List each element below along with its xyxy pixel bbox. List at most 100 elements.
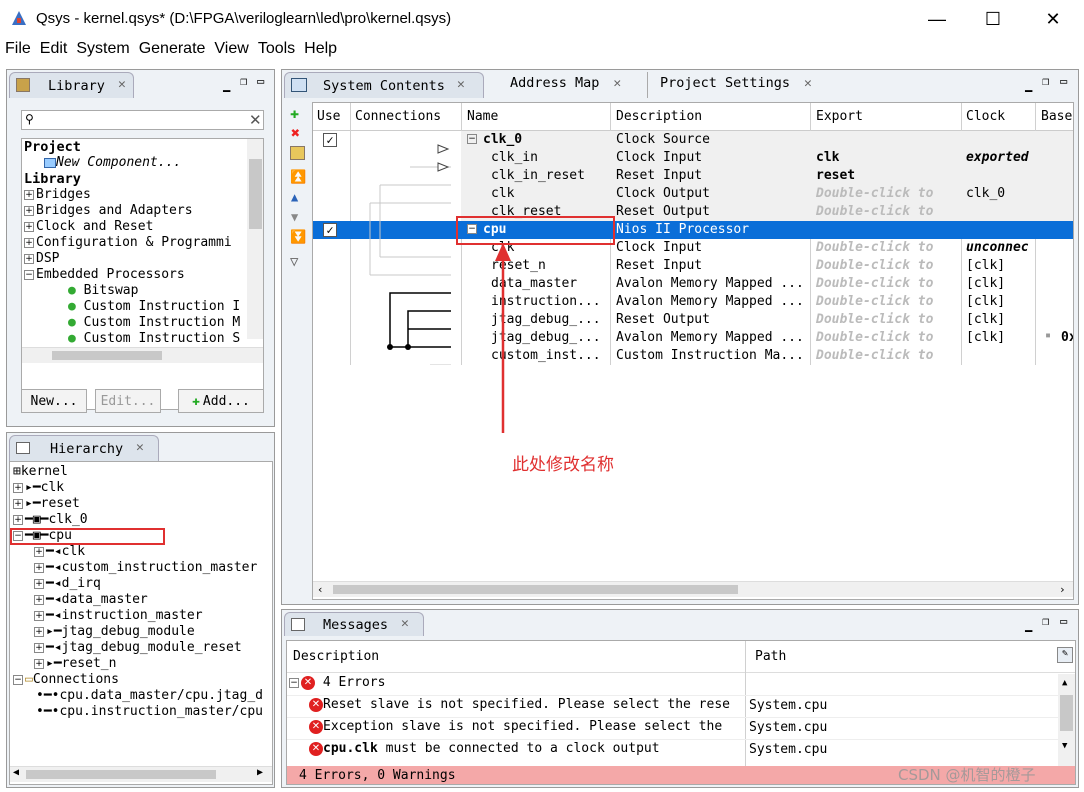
menu-file[interactable]: File xyxy=(0,40,35,62)
lock-icon: ▪ xyxy=(1045,330,1052,341)
col-export[interactable]: Export xyxy=(816,109,863,124)
add-button[interactable]: ✚ Add... xyxy=(178,389,264,413)
col-msg-path[interactable]: Path xyxy=(755,649,786,664)
menu-edit[interactable]: Edit xyxy=(35,40,72,62)
library-vscroll[interactable] xyxy=(247,139,263,339)
project-settings-close-icon: ✕ xyxy=(804,76,812,91)
minimize-panel-icon[interactable]: ▁ xyxy=(1025,78,1032,92)
col-msg-description[interactable]: Description xyxy=(293,649,379,664)
search-icon: ⚲ xyxy=(25,112,34,126)
library-search-input[interactable] xyxy=(40,112,240,128)
move-bottom-icon[interactable]: ⏬ xyxy=(290,230,306,245)
menu-system[interactable]: System xyxy=(71,40,133,62)
move-top-icon[interactable]: ⏫ xyxy=(290,170,306,185)
messages-tab[interactable]: Messages ✕ xyxy=(284,612,424,636)
port-icon: ━◂ xyxy=(46,576,62,591)
message-group-errors[interactable]: − ✕ 4 Errors xyxy=(289,675,745,693)
annotation-arrow xyxy=(495,243,511,433)
messages-title: Messages xyxy=(323,617,389,633)
tab-system-contents[interactable]: System Contents ✕ xyxy=(284,72,484,98)
table-row[interactable]: clk_in_reset Reset Input reset xyxy=(467,167,1073,185)
message-path: System.cpu xyxy=(749,698,828,713)
clear-search-icon[interactable]: ✕ xyxy=(249,111,262,129)
table-row[interactable]: clk_in Clock Input clk exported xyxy=(467,149,1073,167)
message-path: System.cpu xyxy=(749,742,828,757)
maximize-panel-icon[interactable]: ❐ xyxy=(1042,74,1049,88)
panel-window-icon[interactable]: ▭ xyxy=(257,74,264,88)
maximize-button[interactable]: ☐ xyxy=(966,0,1020,38)
menu-bar: File Edit System Generate View Tools Hel… xyxy=(0,40,1084,62)
hier-connection-1[interactable]: •━•cpu.instruction_master/cpu xyxy=(36,704,263,722)
table-row[interactable]: custom_inst... Custom Instruction Ma... … xyxy=(467,347,1073,365)
new-button[interactable]: New... xyxy=(21,389,87,413)
move-up-icon[interactable]: ▲ xyxy=(291,190,298,204)
system-contents-close-icon[interactable]: ✕ xyxy=(457,77,465,92)
menu-view[interactable]: View xyxy=(209,40,252,62)
table-row[interactable]: jtag_debug_... Avalon Memory Mapped ... … xyxy=(467,329,1073,347)
hierarchy-hscroll[interactable]: ◀ ▶ xyxy=(10,766,272,782)
table-row[interactable]: instruction... Avalon Memory Mapped ... … xyxy=(467,293,1073,311)
library-title: Library xyxy=(48,78,105,94)
move-down-icon[interactable]: ▼ xyxy=(291,210,298,224)
use-checkbox-clk0[interactable]: ✓ xyxy=(323,133,337,147)
table-settings-icon[interactable]: ✎ xyxy=(1057,647,1073,663)
library-search-box[interactable]: ⚲ ✕ xyxy=(21,110,264,130)
table-row[interactable]: data_master Avalon Memory Mapped ... Dou… xyxy=(467,275,1073,293)
message-row[interactable]: ✕ Reset slave is not specified. Please se… xyxy=(309,697,730,715)
table-row[interactable]: reset_n Reset Input Double-click to [clk… xyxy=(467,257,1073,275)
table-row[interactable]: − clk_0 Clock Source xyxy=(467,131,1073,149)
maximize-panel-icon[interactable]: ❐ xyxy=(1042,614,1049,628)
menu-help[interactable]: Help xyxy=(299,40,341,62)
panel-window-icon[interactable]: ▭ xyxy=(1060,614,1067,628)
hierarchy-tab[interactable]: Hierarchy ✕ xyxy=(9,435,159,461)
menu-generate[interactable]: Generate xyxy=(134,40,210,62)
messages-close-icon[interactable]: ✕ xyxy=(401,616,409,631)
library-tab[interactable]: Library ✕ xyxy=(9,72,134,98)
col-clock[interactable]: Clock xyxy=(966,109,1005,124)
message-row[interactable]: ✕ Exception slave is not specified. Pleas… xyxy=(309,719,722,737)
use-checkbox-cpu[interactable]: ✓ xyxy=(323,223,337,237)
close-window-button[interactable]: ✕ xyxy=(1026,0,1080,38)
panel-window-icon[interactable]: ▭ xyxy=(1060,74,1067,88)
minimize-button[interactable]: — xyxy=(910,0,964,38)
minimize-panel-icon[interactable]: ▁ xyxy=(1025,618,1032,632)
port-icon: ▸━ xyxy=(46,656,62,671)
edit-button[interactable]: Edit... xyxy=(95,389,161,413)
col-base[interactable]: Base xyxy=(1041,109,1072,124)
remove-icon[interactable]: ✖ xyxy=(291,124,300,142)
system-icon: ⊞ xyxy=(13,464,21,479)
hierarchy-close-icon[interactable]: ✕ xyxy=(136,440,144,455)
col-description[interactable]: Description xyxy=(616,109,702,124)
table-row[interactable]: clk Clock Output Double-click to clk_0 xyxy=(467,185,1073,203)
col-use[interactable]: Use xyxy=(317,109,340,124)
filter-icon[interactable]: ▽ xyxy=(290,254,298,270)
library-close-icon[interactable]: ✕ xyxy=(118,77,126,92)
green-dot-icon: ● xyxy=(68,315,76,330)
status-text: 4 Errors, 0 Warnings xyxy=(299,768,456,783)
port-icon: ━◂ xyxy=(46,544,62,559)
tab-address-map[interactable]: Address Map ✕ xyxy=(510,75,621,91)
menu-tools[interactable]: Tools xyxy=(253,40,299,62)
maximize-panel-icon[interactable]: ❐ xyxy=(240,74,247,88)
library-panel: Library ✕ ▁ ❐ ▭ ⚲ ✕ Project New Componen… xyxy=(6,69,275,427)
col-connections[interactable]: Connections xyxy=(355,109,441,124)
message-path: System.cpu xyxy=(749,720,828,735)
hierarchy-panel: Hierarchy ✕ ⊞kernel + ▸━clk + ▸━reset + ━▣━… xyxy=(6,432,275,788)
messages-vscroll[interactable]: ▲ ▼ xyxy=(1058,674,1075,766)
hierarchy-tree: ⊞kernel + ▸━clk + ▸━reset + ━▣━clk_0 − ━▣━cp… xyxy=(9,461,273,785)
port-icon: ▸━ xyxy=(46,624,62,639)
port-icon: ━◂ xyxy=(46,608,62,623)
col-name[interactable]: Name xyxy=(467,109,498,124)
minimize-panel-icon[interactable]: ▁ xyxy=(223,78,230,92)
tab-project-settings[interactable]: Project Settings ✕ xyxy=(647,72,812,98)
messages-icon xyxy=(291,618,305,631)
message-row[interactable]: ✕ cpu.clk must be connected to a clock ou… xyxy=(309,741,660,759)
edit-icon[interactable] xyxy=(290,146,305,160)
table-row[interactable]: jtag_debug_... Reset Output Double-click… xyxy=(467,311,1073,329)
table-hscroll[interactable]: ‹ › xyxy=(313,581,1073,597)
collapse-icon: − xyxy=(24,269,34,280)
title-bar: Qsys - kernel.qsys* (D:\FPGA\veriloglear… xyxy=(0,0,1084,38)
library-hscroll[interactable] xyxy=(22,347,263,363)
cpu-highlight-box xyxy=(10,528,165,545)
add-icon[interactable]: ✚ xyxy=(290,104,299,122)
